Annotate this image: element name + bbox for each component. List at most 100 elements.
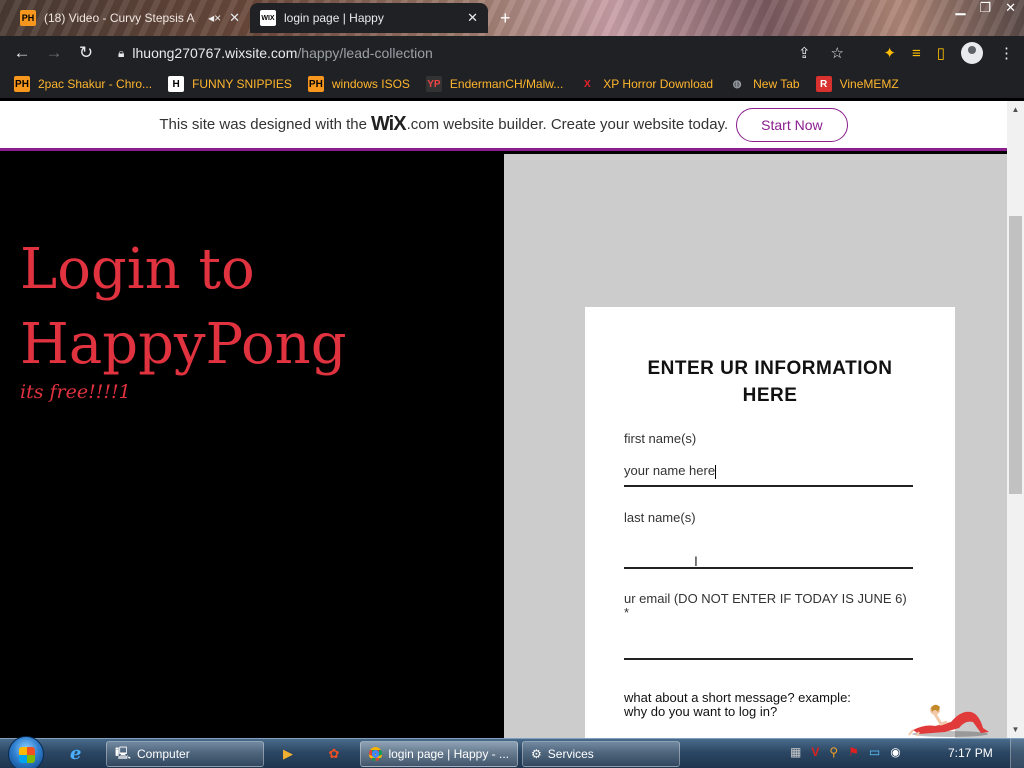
bookmark-favicon-icon: H [168,76,185,92]
hero-subtitle: its free!!!!1 [20,381,131,403]
desktop-mascot-figure [908,704,989,737]
show-desktop-button[interactable] [1010,739,1024,768]
text-cursor [715,464,717,479]
windows-taskbar: e 🖳 Computer ▶ ✿ login page | Happy - ..… [0,736,1024,768]
taskbar-computer-label: Computer [137,747,190,761]
tray-search-icon[interactable]: ⚲ [829,745,838,759]
bookmark-favicon-icon: R [815,76,832,92]
scroll-down-icon[interactable]: ▼ [1007,721,1024,738]
maximize-icon[interactable]: ❐ [979,0,991,16]
hero-title: Login to HappyPong [20,237,347,377]
screen: PH (18) Video - Curvy Stepsis A ◂× ✕ WIX… [0,0,1024,768]
email-input[interactable] [624,632,913,660]
bookmark-item[interactable]: R VineMEMZ [815,76,899,92]
taskbar-services-label: Services [547,747,594,761]
start-button[interactable] [8,736,44,768]
bookmark-favicon-icon: YP [425,76,442,92]
tab-title: login page | Happy [284,11,384,25]
chrome-icon [369,747,383,761]
bookmark-favicon-icon: X [583,78,591,90]
tab-favicon-icon: PH [20,10,36,26]
bookmarks-bar: PH 2pac Shakur - Chro... H FUNNY SNIPPIES PH… [0,70,1024,98]
bookmark-item[interactable]: YP EndermanCH/Malw... [425,76,564,92]
scroll-up-icon[interactable]: ▲ [1007,101,1024,118]
bookmark-label: XP Horror Download [603,77,714,91]
bookmark-label: 2pac Shakur - Chro... [38,77,153,91]
banner-text-after: .com website builder. Create your websit… [406,116,729,133]
paint-icon[interactable]: ✿ [314,741,354,767]
first-name-field-group: first name(s) your name here [624,432,913,487]
menu-kebab-icon[interactable]: ⋮ [999,44,1014,62]
bookmark-item[interactable]: H FUNNY SNIPPIES [168,76,292,92]
bookmark-label: EndermanCH/Malw... [449,77,564,91]
bookmark-item[interactable]: PH windows ISOS [307,76,410,92]
internet-explorer-icon[interactable]: e [70,743,81,764]
new-tab-button[interactable]: + [500,8,511,29]
taskbar-computer-button[interactable]: 🖳 Computer [106,741,264,767]
tab-close-icon[interactable]: ✕ [229,10,240,26]
address-bar[interactable]: 🔒︎ lhuong270767.wixsite.com /happy/lead-… [108,39,854,67]
tray-antivirus-icon[interactable]: V [811,745,819,759]
back-icon[interactable]: ← [6,43,38,63]
message-label-line1: what about a short message? example: [624,690,851,705]
audio-muted-icon[interactable]: ◂× [208,11,221,25]
media-control-icon[interactable]: ≡ [912,45,921,62]
tab-inactive[interactable]: PH (18) Video - Curvy Stepsis A ◂× ✕ [10,3,250,33]
banner-text-before: This site was designed with the [159,116,367,133]
bookmark-star-icon[interactable]: ☆ [831,44,844,62]
first-name-value: your name here [624,463,716,478]
forward-icon[interactable]: → [38,43,70,63]
minimize-icon[interactable]: ▁ [955,0,965,16]
window-controls: ▁ ❐ ✕ [955,0,1016,16]
bookmark-label: windows ISOS [331,77,410,91]
lead-form: ENTER UR INFORMATION HERE first name(s) … [585,307,955,738]
bookmark-item[interactable]: X XP Horror Download [579,76,713,92]
tray-flag-icon[interactable]: ⚑ [848,745,859,759]
reload-icon[interactable]: ↻ [70,43,102,63]
bookmark-favicon-icon: ◍ [732,78,742,90]
services-icon: ⚙ [531,747,542,761]
last-name-input[interactable] [624,541,913,569]
taskbar-chrome-button[interactable]: login page | Happy - ... [360,741,518,767]
lock-icon[interactable]: 🔒︎ [118,46,124,61]
extensions-icon[interactable]: ✦ [883,44,896,62]
taskbar-clock[interactable]: 7:17 PM [948,746,993,760]
bookmark-label: FUNNY SNIPPIES [192,77,292,91]
mouse-ibeam-cursor: I [694,553,698,569]
share-icon[interactable]: ⇪ [798,44,811,62]
tray-network-icon[interactable]: ▦ [790,745,801,759]
computer-icon: 🖳 [115,745,132,760]
form-heading: ENTER UR INFORMATION HERE [647,358,893,406]
wix-logo: WiX [370,113,407,135]
tab-active[interactable]: WIX login page | Happy ✕ [250,3,488,33]
browser-toolbar: ← → ↻ 🔒︎ lhuong270767.wixsite.com /happy… [0,36,1024,70]
last-name-label: last name(s) [624,510,696,525]
tray-volume-icon[interactable]: ◉ [890,745,900,759]
first-name-input[interactable]: your name here [624,457,913,487]
email-label: ur email (DO NOT ENTER IF TODAY IS JUNE … [624,591,907,620]
wix-ad-banner: This site was designed with the WiX .com… [0,101,1007,151]
tab-close-icon[interactable]: ✕ [467,10,478,26]
tab-title: (18) Video - Curvy Stepsis A [44,11,195,25]
taskbar-services-button[interactable]: ⚙ Services [522,741,680,767]
bookmark-favicon-icon: PH [14,76,30,92]
message-label: what about a short message? example: why… [624,691,913,719]
profile-avatar-icon[interactable] [961,42,983,64]
browser-tab-strip: PH (18) Video - Curvy Stepsis A ◂× ✕ WIX… [0,0,1024,36]
system-tray: ▦ V ⚲ ⚑ ▭ ◉ [790,745,901,759]
first-name-label: first name(s) [624,431,697,446]
page-scrollbar[interactable]: ▲ ▼ [1007,101,1024,738]
message-label-line2: why do you want to log in? [624,704,778,719]
tray-monitor-icon[interactable]: ▭ [869,745,880,759]
email-field-group: ur email (DO NOT ENTER IF TODAY IS JUNE … [624,592,913,660]
taskbar-chrome-label: login page | Happy - ... [388,747,509,761]
url-path: /happy/lead-collection [297,45,433,61]
start-now-button[interactable]: Start Now [736,107,848,142]
side-panel-icon[interactable]: ▯ [937,44,945,62]
scroll-thumb[interactable] [1009,216,1022,494]
close-window-icon[interactable]: ✕ [1005,0,1016,16]
bookmark-item[interactable]: ◍ New Tab [729,76,800,92]
last-name-field-group: last name(s) [624,511,913,569]
media-player-icon[interactable]: ▶ [268,741,308,767]
bookmark-item[interactable]: PH 2pac Shakur - Chro... [14,76,152,92]
